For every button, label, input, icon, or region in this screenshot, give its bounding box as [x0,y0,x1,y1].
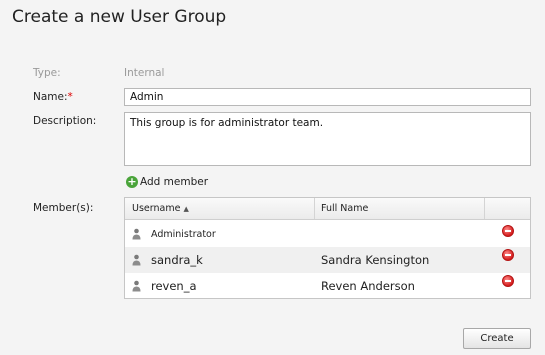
username-text: reven_a [151,279,197,293]
username-cell: sandra_k [125,253,315,267]
remove-circle-icon[interactable] [502,249,514,261]
name-label: Name:* [33,91,73,103]
actions-cell [485,221,530,247]
username-column-header[interactable]: Username ▲ [125,198,315,219]
username-cell: Administrator [125,228,315,240]
grid-header: Username ▲ Full Name [125,198,530,220]
full-name-cell: Sandra Kensington [321,253,430,267]
username-header-label: Username [132,203,181,214]
username-text: sandra_k [151,253,203,267]
type-value: Internal [124,67,165,79]
user-icon [132,254,141,266]
members-label: Member(s): [33,202,94,214]
create-button[interactable]: Create [463,328,531,349]
description-label: Description: [33,115,97,127]
username-text: Administrator [151,228,216,240]
full-name-header-label: Full Name [321,203,369,214]
user-icon [132,280,141,292]
name-input[interactable]: Admin [124,88,531,106]
user-icon [132,228,141,240]
name-label-text: Name: [33,91,68,103]
add-member-label: Add member [140,176,209,188]
plus-circle-icon: + [126,175,138,188]
required-marker: * [67,91,73,103]
full-name-column-header[interactable]: Full Name [315,198,485,219]
table-row[interactable]: sandra_k Sandra Kensington [125,247,530,273]
table-row[interactable]: reven_a Reven Anderson [125,273,530,299]
full-name-cell: Reven Anderson [321,279,415,293]
actions-cell [485,247,530,273]
members-grid: Username ▲ Full Name Administrator sandr… [124,197,531,299]
table-row[interactable]: Administrator [125,221,530,247]
remove-circle-icon[interactable] [502,225,514,237]
type-label: Type: [33,67,61,79]
description-textarea[interactable]: This group is for administrator team. [124,112,531,166]
sort-ascending-icon: ▲ [183,204,189,213]
remove-circle-icon[interactable] [502,275,514,287]
username-cell: reven_a [125,279,315,293]
actions-cell [485,273,530,299]
dialog-title: Create a new User Group [12,7,227,27]
add-member-button[interactable]: + Add member [126,176,208,188]
